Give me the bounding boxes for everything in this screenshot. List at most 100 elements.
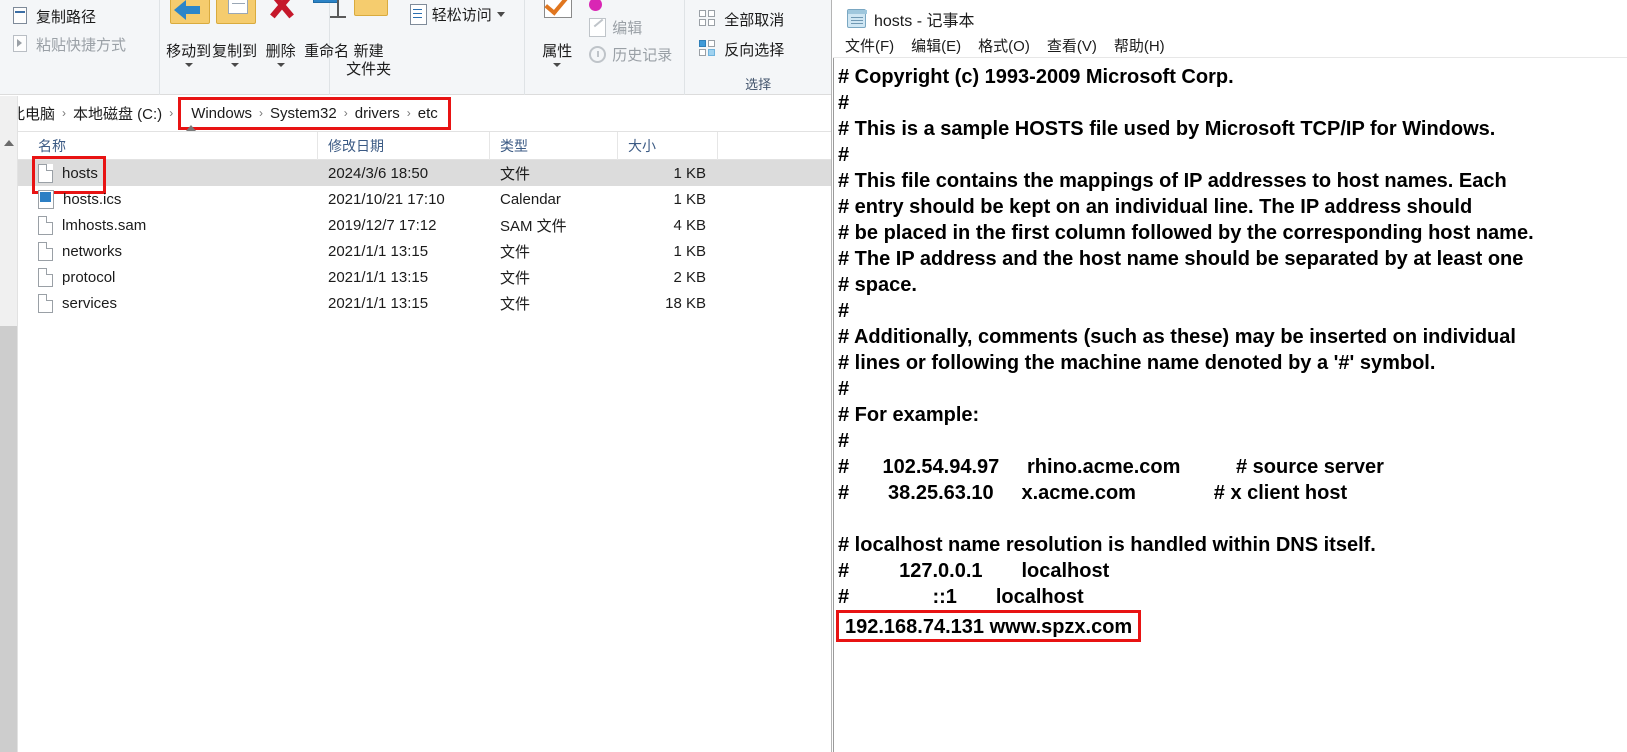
file-name-label: protocol bbox=[62, 268, 116, 286]
properties-button[interactable]: 属性 bbox=[531, 0, 583, 93]
file-name-label: services bbox=[62, 294, 118, 312]
screen: 复制路径 粘贴快捷方式 移动到 复制到 删除 重命名 新建 文件夹 轻松访问 属… bbox=[0, 0, 1627, 752]
file-size-cell: 4 KB bbox=[673, 216, 706, 234]
breadcrumb-separator: › bbox=[406, 106, 411, 120]
menu-file[interactable]: 文件(F) bbox=[845, 35, 894, 56]
text-line: # Additionally, comments (such as these)… bbox=[838, 326, 1516, 348]
menu-help[interactable]: 帮助(H) bbox=[1114, 35, 1165, 56]
table-row[interactable]: hosts.ics 2021/10/21 17:10 Calendar 1 KB bbox=[0, 186, 831, 212]
paste-shortcut-button[interactable]: 粘贴快捷方式 bbox=[6, 30, 132, 58]
breadcrumb-item-local-disk[interactable]: 本地磁盘 (C:) bbox=[69, 103, 166, 124]
text-line: # 38.25.63.10 x.acme.com # x client host bbox=[838, 482, 1348, 504]
file-name-label: hosts bbox=[62, 164, 98, 182]
text-line: # For example: bbox=[838, 404, 980, 426]
copy-to-icon bbox=[212, 0, 258, 42]
history-button[interactable]: 历史记录 bbox=[583, 41, 678, 68]
column-header-date[interactable]: 修改日期 bbox=[318, 131, 490, 160]
invert-selection-label: 反向选择 bbox=[724, 41, 785, 59]
delete-button[interactable]: 删除 bbox=[258, 0, 304, 93]
history-label: 历史记录 bbox=[612, 47, 673, 64]
notepad-menubar: 文件(F) 编辑(E) 格式(O) 查看(V) 帮助(H) bbox=[833, 33, 1627, 58]
file-name-cell[interactable]: networks bbox=[0, 241, 318, 261]
invert-selection-button[interactable]: 反向选择 bbox=[691, 34, 792, 64]
file-name-cell[interactable]: hosts bbox=[0, 155, 318, 194]
breadcrumb-item-system32[interactable]: System32 bbox=[266, 105, 341, 122]
file-type-cell: 文件 bbox=[500, 269, 531, 287]
copy-path-button[interactable]: 复制路径 bbox=[6, 2, 132, 30]
text-line: # This is a sample HOSTS file used by Mi… bbox=[838, 118, 1496, 140]
notepad-icon bbox=[847, 9, 867, 28]
table-row[interactable]: services 2021/1/1 13:15 文件 18 KB bbox=[0, 290, 831, 316]
file-size-cell: 2 KB bbox=[673, 268, 706, 286]
file-date-cell: 2021/1/1 13:15 bbox=[328, 242, 429, 260]
column-header-size[interactable]: 大小 bbox=[618, 131, 718, 160]
table-row[interactable]: protocol 2021/1/1 13:15 文件 2 KB bbox=[0, 264, 831, 290]
easy-access-label: 轻松访问 bbox=[431, 7, 492, 24]
edit-button[interactable]: 编辑 bbox=[583, 14, 678, 41]
file-name-cell[interactable]: services bbox=[0, 293, 318, 313]
scrollbar-thumb[interactable] bbox=[0, 326, 17, 752]
chevron-down-icon[interactable] bbox=[276, 63, 285, 67]
move-to-icon bbox=[166, 0, 212, 42]
chevron-down-icon[interactable] bbox=[496, 12, 505, 17]
open-with-button[interactable] bbox=[583, 0, 678, 14]
breadcrumb-item-drivers[interactable]: drivers bbox=[351, 105, 404, 122]
file-date-cell: 2024/3/6 18:50 bbox=[328, 164, 429, 182]
breadcrumb-separator: › bbox=[62, 106, 67, 120]
properties-label: 属性 bbox=[542, 43, 573, 60]
file-icon bbox=[38, 163, 53, 183]
file-icon bbox=[38, 215, 53, 235]
menu-view[interactable]: 查看(V) bbox=[1047, 35, 1097, 56]
column-header-date-label: 修改日期 bbox=[328, 137, 384, 154]
breadcrumb-separator: › bbox=[259, 106, 264, 120]
file-name-cell[interactable]: lmhosts.sam bbox=[0, 215, 318, 235]
copy-path-label: 复制路径 bbox=[36, 8, 97, 26]
deselect-all-button[interactable]: 全部取消 bbox=[691, 4, 792, 34]
file-list: hosts 2024/3/6 18:50 文件 1 KB hosts.ics 2… bbox=[0, 155, 831, 316]
edit-label: 编辑 bbox=[612, 20, 643, 37]
file-icon bbox=[38, 293, 53, 313]
file-size-cell: 1 KB bbox=[673, 242, 706, 260]
paste-shortcut-label: 粘贴快捷方式 bbox=[36, 36, 127, 54]
file-type-cell: 文件 bbox=[500, 295, 531, 313]
breadcrumb-item-etc[interactable]: etc bbox=[414, 105, 442, 122]
history-icon bbox=[589, 46, 607, 63]
chevron-down-icon[interactable] bbox=[184, 63, 193, 67]
table-row[interactable]: networks 2021/1/1 13:15 文件 1 KB bbox=[0, 238, 831, 264]
menu-format[interactable]: 格式(O) bbox=[978, 35, 1030, 56]
easy-access-button[interactable]: 轻松访问 bbox=[402, 0, 505, 25]
new-folder-button[interactable]: 新建 文件夹 bbox=[336, 0, 402, 93]
move-to-button[interactable]: 移动到 bbox=[166, 0, 212, 93]
column-header-type-label: 类型 bbox=[500, 137, 528, 154]
chevron-down-icon[interactable] bbox=[553, 63, 562, 67]
table-row[interactable]: lmhosts.sam 2019/12/7 17:12 SAM 文件 4 KB bbox=[0, 212, 831, 238]
scroll-up-icon[interactable] bbox=[4, 140, 14, 146]
breadcrumb[interactable]: 此电脑 › 本地磁盘 (C:) › Windows › System32 › d… bbox=[0, 95, 831, 132]
navigation-pane-scrollbar[interactable] bbox=[0, 96, 18, 752]
column-header-type[interactable]: 类型 bbox=[490, 131, 618, 160]
file-name-cell[interactable]: hosts.ics bbox=[0, 189, 318, 209]
calendar-icon bbox=[38, 189, 54, 209]
file-type-cell: 文件 bbox=[500, 243, 531, 261]
file-name-label: networks bbox=[62, 242, 123, 260]
copy-to-button[interactable]: 复制到 bbox=[212, 0, 258, 93]
chevron-down-icon[interactable] bbox=[230, 63, 239, 67]
menu-edit[interactable]: 编辑(E) bbox=[911, 35, 961, 56]
file-type-cell: Calendar bbox=[500, 190, 561, 208]
file-date-cell: 2021/1/1 13:15 bbox=[328, 268, 429, 286]
breadcrumb-item-windows[interactable]: Windows bbox=[187, 105, 256, 122]
text-line: # ::1 localhost bbox=[838, 586, 1084, 608]
file-name-cell[interactable]: protocol bbox=[0, 267, 318, 287]
easy-access-icon bbox=[409, 4, 427, 25]
ribbon-group-select: 全部取消 反向选择 选择 bbox=[685, 0, 831, 95]
column-header-name-label: 名称 bbox=[38, 137, 66, 154]
column-header-name[interactable]: 名称 bbox=[0, 124, 318, 160]
breadcrumb-highlight-box: Windows › System32 › drivers › etc bbox=[178, 96, 451, 130]
text-line: # This file contains the mappings of IP … bbox=[838, 170, 1507, 192]
edit-icon bbox=[589, 18, 607, 37]
table-row[interactable]: hosts 2024/3/6 18:50 文件 1 KB bbox=[0, 155, 831, 194]
file-icon bbox=[38, 267, 53, 287]
notepad-text-area[interactable]: # Copyright (c) 1993-2009 Microsoft Corp… bbox=[833, 58, 1627, 752]
text-line: # 127.0.0.1 localhost bbox=[838, 560, 1110, 582]
new-folder-label-line2: 文件夹 bbox=[346, 61, 392, 78]
